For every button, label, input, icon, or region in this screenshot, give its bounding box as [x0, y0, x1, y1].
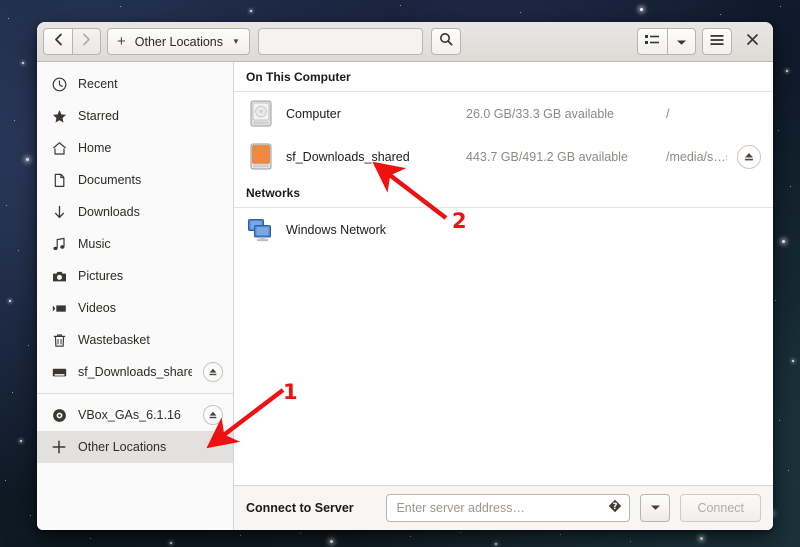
- close-window-button[interactable]: [738, 28, 767, 55]
- sidebar: Recent Starred Home Documents: [37, 62, 234, 530]
- view-mode-buttons: [637, 28, 696, 55]
- place-name: Windows Network: [286, 223, 456, 237]
- server-address-dropdown-button[interactable]: [640, 494, 670, 522]
- sidebar-item-label: Home: [78, 141, 223, 155]
- group-header-networks: Networks: [234, 178, 773, 208]
- place-name: Computer: [286, 107, 456, 121]
- connect-to-server-bar: Connect to Server Enter server address… …: [234, 485, 773, 530]
- sidebar-item-label: Starred: [78, 109, 223, 123]
- chevron-right-icon: [81, 33, 92, 51]
- view-mode-dropdown-button[interactable]: [667, 28, 696, 55]
- sidebar-item-vbox-gas[interactable]: VBox_GAs_6.1.16: [37, 399, 233, 431]
- hard-drive-icon: [246, 99, 276, 129]
- svg-text:?: ?: [613, 502, 618, 512]
- sidebar-item-label: VBox_GAs_6.1.16: [78, 408, 192, 422]
- music-icon: [51, 236, 67, 252]
- close-icon: [746, 33, 759, 51]
- sidebar-item-other-locations[interactable]: Other Locations: [37, 431, 233, 463]
- sidebar-item-videos[interactable]: Videos: [37, 292, 233, 324]
- annotation-number-1: 1: [283, 382, 298, 403]
- list-view-button[interactable]: [637, 28, 667, 55]
- search-button[interactable]: [431, 28, 461, 55]
- connect-button[interactable]: Connect: [680, 494, 761, 522]
- sidebar-item-label: sf_Downloads_shared: [78, 365, 192, 379]
- sidebar-item-recent[interactable]: Recent: [37, 68, 233, 100]
- forward-button[interactable]: [72, 28, 101, 55]
- annotation-number-2: 2: [452, 211, 467, 232]
- main-menu-button[interactable]: [702, 28, 732, 55]
- clock-icon: [51, 76, 67, 92]
- eject-button[interactable]: [203, 405, 223, 425]
- sidebar-item-label: Documents: [78, 173, 223, 187]
- sidebar-item-sf-downloads-shared[interactable]: sf_Downloads_shared: [37, 356, 233, 388]
- sidebar-item-pictures[interactable]: Pictures: [37, 260, 233, 292]
- optical-disc-icon: [51, 407, 67, 423]
- path-bar-label: Other Locations: [135, 35, 223, 49]
- search-icon: [439, 32, 453, 51]
- sidebar-item-label: Recent: [78, 77, 223, 91]
- place-free-space: 26.0 GB/33.3 GB available: [466, 107, 656, 121]
- place-row-sf-downloads-shared[interactable]: sf_Downloads_shared 443.7 GB/491.2 GB av…: [234, 135, 773, 178]
- navigation-buttons: [43, 28, 101, 55]
- server-address-input[interactable]: Enter server address… ?: [386, 494, 630, 522]
- sidebar-item-music[interactable]: Music: [37, 228, 233, 260]
- sidebar-item-documents[interactable]: Documents: [37, 164, 233, 196]
- help-diamond-icon[interactable]: ?: [608, 499, 622, 518]
- network-computers-icon: [246, 216, 276, 244]
- plus-icon: +: [117, 34, 126, 49]
- eject-button[interactable]: [203, 362, 223, 382]
- list-view-icon: [645, 33, 660, 51]
- places-list: On This Computer Computer 26.0 GB/33.3 G…: [234, 62, 773, 485]
- place-row-windows-network[interactable]: Windows Network: [234, 208, 773, 251]
- sidebar-item-label: Other Locations: [78, 440, 223, 454]
- document-icon: [51, 172, 67, 188]
- download-icon: [51, 204, 67, 220]
- sidebar-item-label: Videos: [78, 301, 223, 315]
- chevron-down-icon: ▼: [232, 37, 240, 46]
- sidebar-item-label: Downloads: [78, 205, 223, 219]
- chevron-left-icon: [53, 33, 64, 51]
- trash-icon: [51, 332, 67, 348]
- back-button[interactable]: [43, 28, 72, 55]
- hamburger-menu-icon: [710, 33, 724, 51]
- group-header-on-this-computer: On This Computer: [234, 62, 773, 92]
- connect-to-server-label: Connect to Server: [246, 501, 354, 515]
- place-mount-path: /: [666, 107, 761, 121]
- star-icon: [51, 108, 67, 124]
- place-name: sf_Downloads_shared: [286, 150, 456, 164]
- drive-icon: [51, 364, 67, 380]
- sidebar-item-label: Pictures: [78, 269, 223, 283]
- server-address-placeholder: Enter server address…: [396, 501, 608, 515]
- eject-button[interactable]: [737, 145, 761, 169]
- sidebar-separator: [37, 393, 233, 394]
- file-manager-window: + Other Locations ▼: [37, 22, 773, 530]
- content-area: On This Computer Computer 26.0 GB/33.3 G…: [234, 62, 773, 530]
- path-bar-other-locations[interactable]: + Other Locations ▼: [107, 28, 250, 55]
- sidebar-item-label: Music: [78, 237, 223, 251]
- video-icon: [51, 300, 67, 316]
- chevron-down-icon: [650, 504, 661, 513]
- place-mount-path: /media/s…s_shared: [666, 150, 727, 164]
- chevron-down-icon: [676, 33, 687, 51]
- plus-icon: [51, 439, 67, 455]
- place-free-space: 443.7 GB/491.2 GB available: [466, 150, 656, 164]
- camera-icon: [51, 268, 67, 284]
- window-body: Recent Starred Home Documents: [37, 62, 773, 530]
- hard-drive-icon: [246, 142, 276, 172]
- header-bar: + Other Locations ▼: [37, 22, 773, 62]
- home-icon: [51, 140, 67, 156]
- place-row-computer[interactable]: Computer 26.0 GB/33.3 GB available /: [234, 92, 773, 135]
- sidebar-item-starred[interactable]: Starred: [37, 100, 233, 132]
- sidebar-item-wastebasket[interactable]: Wastebasket: [37, 324, 233, 356]
- sidebar-item-downloads[interactable]: Downloads: [37, 196, 233, 228]
- sidebar-item-home[interactable]: Home: [37, 132, 233, 164]
- location-entry[interactable]: [258, 28, 424, 55]
- sidebar-item-label: Wastebasket: [78, 333, 223, 347]
